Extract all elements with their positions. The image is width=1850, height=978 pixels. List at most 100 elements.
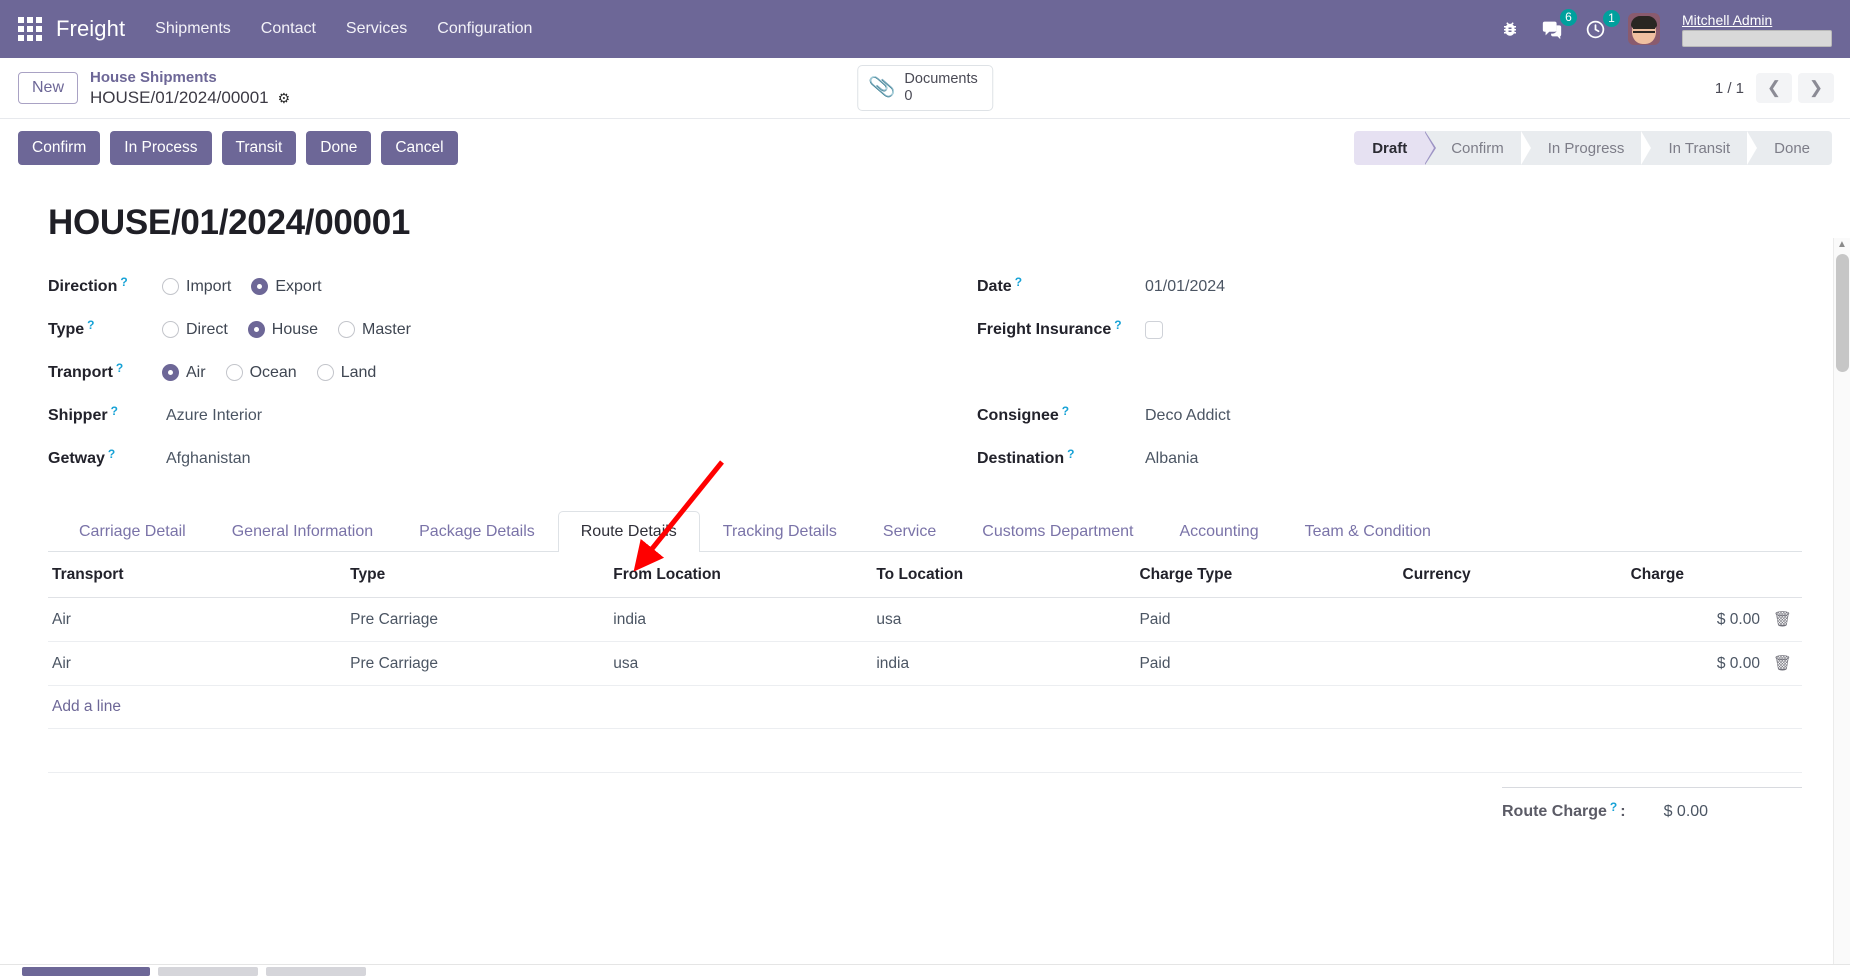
- help-icon[interactable]: ?: [108, 447, 115, 461]
- radio-circle[interactable]: [338, 321, 356, 338]
- shipper-input[interactable]: Azure Interior: [148, 407, 262, 425]
- in-process-button[interactable]: In Process: [110, 131, 212, 165]
- cell-charge[interactable]: $ 0.00 🗑: [1626, 597, 1802, 642]
- column-header-transport[interactable]: Transport: [48, 552, 347, 598]
- add-a-line-button[interactable]: Add a line: [52, 698, 121, 715]
- radio-circle[interactable]: [162, 321, 179, 338]
- help-icon[interactable]: ?: [111, 404, 118, 418]
- radio-circle-selected[interactable]: [247, 321, 265, 338]
- help-icon[interactable]: ?: [120, 275, 127, 289]
- cell-currency[interactable]: [1398, 641, 1627, 686]
- tab-service[interactable]: Service: [860, 511, 959, 552]
- stage-in-transit[interactable]: In Transit: [1642, 131, 1757, 165]
- menu-item-shipments[interactable]: Shipments: [155, 20, 231, 38]
- column-header-to-location[interactable]: To Location: [872, 552, 1136, 598]
- column-header-charge[interactable]: Charge: [1626, 552, 1802, 598]
- radio-type-direct[interactable]: Direct: [162, 321, 228, 339]
- stage-draft[interactable]: Draft: [1354, 131, 1437, 165]
- help-icon[interactable]: ?: [1062, 404, 1069, 418]
- vertical-scrollbar[interactable]: ▲ ▼: [1833, 238, 1850, 978]
- breadcrumb-parent[interactable]: House Shipments: [90, 69, 290, 86]
- column-header-from-location[interactable]: From Location: [609, 552, 873, 598]
- radio-direction-export[interactable]: Export: [251, 278, 322, 296]
- radio-circle[interactable]: [225, 364, 243, 381]
- clock-icon[interactable]: 1: [1585, 9, 1620, 40]
- cell-charge-type[interactable]: Paid: [1135, 641, 1399, 686]
- tab-general-information[interactable]: General Information: [209, 511, 396, 552]
- scroll-up-icon[interactable]: ▲: [1837, 240, 1847, 250]
- column-header-type[interactable]: Type: [346, 552, 610, 598]
- tab-team-condition[interactable]: Team & Condition: [1282, 511, 1454, 552]
- avatar[interactable]: [1628, 13, 1660, 45]
- documents-stat-button[interactable]: 📎 Documents 0: [857, 65, 993, 111]
- tab-customs-department[interactable]: Customs Department: [959, 511, 1156, 552]
- app-brand[interactable]: Freight: [56, 16, 125, 42]
- cell-charge[interactable]: $ 0.00 🗑: [1626, 641, 1802, 686]
- stage-done[interactable]: Done: [1748, 131, 1832, 165]
- gear-icon[interactable]: ⚙: [278, 90, 291, 106]
- taskbar-active-item[interactable]: [22, 967, 150, 976]
- radio-circle[interactable]: [316, 364, 334, 381]
- pager-previous-button[interactable]: ❮: [1756, 73, 1792, 103]
- tab-accounting[interactable]: Accounting: [1156, 511, 1281, 552]
- taskbar-item[interactable]: [266, 967, 366, 976]
- column-header-currency[interactable]: Currency: [1398, 552, 1627, 598]
- tab-carriage-detail[interactable]: Carriage Detail: [56, 511, 209, 552]
- transit-button[interactable]: Transit: [221, 131, 297, 165]
- tab-route-details[interactable]: Route Details: [557, 511, 700, 552]
- table-row[interactable]: Air Pre Carriage india usa Paid $ 0.00 🗑: [48, 597, 1802, 642]
- destination-input[interactable]: Albania: [1127, 450, 1198, 468]
- trash-icon[interactable]: 🗑: [1773, 655, 1792, 672]
- radio-circle-selected[interactable]: [251, 278, 269, 295]
- tab-package-details[interactable]: Package Details: [396, 511, 558, 552]
- menu-item-services[interactable]: Services: [346, 20, 407, 38]
- cell-to-location[interactable]: india: [872, 641, 1136, 686]
- confirm-button[interactable]: Confirm: [18, 131, 101, 165]
- help-icon[interactable]: ?: [1114, 318, 1121, 332]
- taskbar-item[interactable]: [158, 967, 258, 976]
- bug-icon[interactable]: [1501, 20, 1519, 38]
- radio-circle-selected[interactable]: [162, 364, 179, 381]
- cell-type[interactable]: Pre Carriage: [346, 597, 610, 642]
- radio-type-master[interactable]: Master: [338, 321, 411, 339]
- freight-insurance-checkbox[interactable]: [1145, 320, 1163, 339]
- radio-tranport-air[interactable]: Air: [162, 364, 206, 382]
- date-input[interactable]: 01/01/2024: [1127, 278, 1225, 296]
- messages-icon[interactable]: 6: [1541, 9, 1577, 40]
- help-icon[interactable]: ?: [1067, 447, 1074, 461]
- column-header-charge-type[interactable]: Charge Type: [1135, 552, 1399, 598]
- cell-from-location[interactable]: usa: [609, 641, 873, 686]
- stage-in-progress[interactable]: In Progress: [1521, 131, 1652, 165]
- help-icon[interactable]: ?: [1015, 275, 1022, 289]
- radio-tranport-ocean[interactable]: Ocean: [225, 364, 297, 382]
- cell-type[interactable]: Pre Carriage: [346, 641, 610, 686]
- consignee-input[interactable]: Deco Addict: [1127, 407, 1230, 425]
- cell-transport[interactable]: Air: [48, 641, 347, 686]
- user-menu[interactable]: Mitchell Admin: [1682, 12, 1832, 47]
- menu-item-configuration[interactable]: Configuration: [437, 20, 532, 38]
- user-name-label[interactable]: Mitchell Admin: [1682, 12, 1832, 28]
- radio-circle[interactable]: [162, 278, 179, 295]
- cell-currency[interactable]: [1398, 597, 1627, 642]
- table-row[interactable]: Air Pre Carriage usa india Paid $ 0.00 🗑: [48, 641, 1802, 686]
- stage-confirm[interactable]: Confirm: [1425, 131, 1531, 165]
- scrollbar-thumb[interactable]: [1836, 254, 1849, 372]
- cancel-button[interactable]: Cancel: [381, 131, 458, 165]
- tab-tracking-details[interactable]: Tracking Details: [700, 511, 860, 552]
- new-button[interactable]: New: [18, 72, 79, 104]
- radio-direction-import[interactable]: Import: [162, 278, 231, 296]
- trash-icon[interactable]: 🗑: [1773, 611, 1792, 628]
- pager-next-button[interactable]: ❯: [1798, 73, 1834, 103]
- cell-charge-type[interactable]: Paid: [1135, 597, 1399, 642]
- getway-input[interactable]: Afghanistan: [148, 450, 251, 468]
- done-button[interactable]: Done: [306, 131, 372, 165]
- help-icon[interactable]: ?: [87, 318, 94, 332]
- cell-to-location[interactable]: usa: [872, 597, 1136, 642]
- radio-tranport-land[interactable]: Land: [316, 364, 376, 382]
- help-icon[interactable]: ?: [116, 361, 123, 375]
- help-icon[interactable]: ?: [1610, 800, 1617, 814]
- cell-transport[interactable]: Air: [48, 597, 347, 642]
- menu-item-contact[interactable]: Contact: [261, 20, 316, 38]
- radio-type-house[interactable]: House: [247, 321, 318, 339]
- apps-grid-icon[interactable]: [18, 17, 42, 41]
